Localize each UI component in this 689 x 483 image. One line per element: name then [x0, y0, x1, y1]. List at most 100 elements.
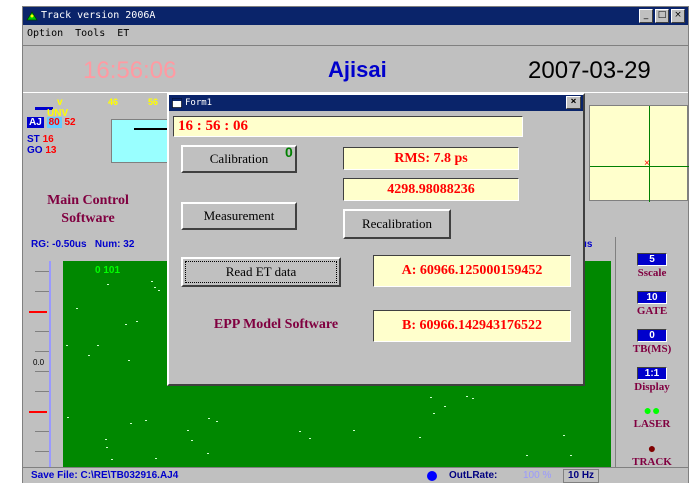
menu-tools[interactable]: Tools — [75, 25, 105, 43]
station-key: GO — [27, 145, 43, 156]
dialog-title-bar[interactable]: Form1 × — [169, 95, 583, 111]
tb-label: TB(MS) — [632, 343, 672, 355]
time-field[interactable]: 16 : 56 : 06 — [173, 116, 523, 137]
display-button[interactable]: 1:1 Display — [620, 367, 684, 393]
form-icon — [172, 98, 182, 108]
station-key: AJ — [27, 117, 44, 128]
noise-dot — [419, 437, 421, 438]
save-file-label: Save File: C:\RE\TB032916.AJ4 — [31, 470, 179, 481]
noise-dot — [466, 396, 468, 397]
epp-model-label: EPP Model Software — [213, 317, 339, 332]
title-bar[interactable]: Track version 2006A _ □ × — [23, 7, 688, 25]
noise-dot — [76, 308, 78, 309]
display-label: Display — [634, 381, 670, 393]
noise-dot — [136, 321, 138, 322]
scale-tick — [35, 331, 49, 332]
measurement-button[interactable]: Measurement — [181, 202, 297, 230]
rms-field[interactable]: RMS: 7.8 ps — [343, 147, 519, 170]
noise-dot — [67, 417, 69, 418]
left-status-panel: v UNV 46 56 AJ 80 52 ST 16 GO 13 Main Co… — [23, 95, 172, 235]
header-bar: 16:56:06 Ajisai 2007-03-29 — [23, 45, 688, 93]
num-value: Num: 32 — [94, 239, 135, 250]
calibration-count: 0 — [285, 144, 293, 160]
noise-dot — [444, 406, 446, 407]
a-value-field[interactable]: A: 60966.125000159452 — [373, 255, 571, 287]
noise-dot — [526, 455, 528, 456]
noise-dot — [105, 439, 107, 440]
recalibration-button[interactable]: Recalibration — [343, 209, 451, 239]
calibration-value-field[interactable]: 4298.98088236 — [343, 178, 519, 201]
status-indicator-icon — [427, 471, 437, 481]
read-et-data-button[interactable]: Read ET data — [181, 257, 341, 287]
clock-display: 16:56:06 — [83, 57, 177, 84]
noise-dot — [66, 345, 68, 346]
station-st: ST 16 — [27, 134, 54, 145]
sscale-button[interactable]: 5 Sscale — [620, 253, 684, 279]
noise-dot — [472, 398, 474, 399]
menu-option[interactable]: Option — [27, 25, 63, 43]
noise-dot — [187, 430, 189, 431]
menu-et[interactable]: ET — [117, 25, 129, 43]
sscale-label: Sscale — [637, 267, 667, 279]
menu-bar: Option Tools ET — [23, 25, 688, 43]
sscale-value: 5 — [637, 253, 667, 266]
gate-label: GATE — [636, 305, 668, 317]
tb-button[interactable]: 0 TB(MS) — [620, 329, 684, 355]
noise-dot — [191, 440, 193, 441]
maximize-button[interactable]: □ — [655, 9, 669, 23]
crosshair-vertical — [649, 106, 650, 202]
laser-led-icon: ●● — [643, 404, 661, 419]
scale-tick — [35, 271, 49, 272]
satellite-name: Ajisai — [328, 57, 387, 82]
signal-box — [111, 119, 172, 163]
noise-dot — [207, 453, 209, 454]
minimize-button[interactable]: _ — [639, 9, 653, 23]
b-value-field[interactable]: B: 60966.142943176522 — [373, 310, 571, 342]
noise-dot — [151, 281, 153, 282]
scale-tick — [35, 351, 49, 352]
tb-value: 0 — [637, 329, 667, 342]
outl-rate-label: OutLRate: — [449, 470, 498, 481]
noise-dot — [309, 438, 311, 439]
noise-dot — [299, 431, 301, 432]
rate-hz-field[interactable]: 10 Hz — [563, 469, 599, 483]
scale-tick — [35, 391, 49, 392]
laser-button[interactable]: ●● LASER — [620, 404, 684, 431]
window-title: Track version 2006A — [41, 10, 156, 21]
calibration-button[interactable]: Calibration — [181, 145, 297, 173]
station-extra: 52 — [64, 117, 76, 128]
main-control-label: Main Control Software — [47, 193, 129, 226]
scale-line — [49, 261, 51, 467]
noise-dot — [154, 287, 156, 288]
noise-dot — [88, 355, 90, 356]
app-icon — [26, 11, 38, 21]
noise-dot — [107, 284, 109, 285]
track-button[interactable]: ● TRACK — [620, 442, 684, 469]
noise-dot — [353, 430, 355, 431]
close-button[interactable]: × — [671, 9, 685, 23]
laser-label: LASER — [633, 418, 671, 430]
crosshair-target-icon: × — [644, 158, 650, 169]
uwv-top: v — [57, 97, 63, 108]
gate-value: 10 — [637, 291, 667, 304]
range-value: RG: -0.50us — [31, 239, 87, 250]
station-value: 80 — [46, 117, 62, 128]
scale-tick — [35, 431, 49, 432]
gate-button[interactable]: 10 GATE — [620, 291, 684, 317]
station-value: 13 — [45, 145, 57, 156]
noise-dot — [570, 455, 572, 456]
dialog-title: Form1 — [185, 98, 213, 108]
track-led-icon: ● — [647, 442, 657, 457]
noise-dot — [128, 360, 130, 361]
dialog-close-button[interactable]: × — [566, 96, 581, 109]
plot-scale: 0.0 — [27, 261, 63, 467]
display-value: 1:1 — [637, 367, 667, 380]
noise-dot — [155, 458, 157, 459]
marker-56: 56 — [148, 97, 159, 107]
scale-tick — [35, 291, 49, 292]
noise-dot — [563, 435, 565, 436]
noise-dot — [433, 413, 435, 414]
plot-label: 0 101 — [95, 265, 121, 276]
crosshair-panel: × — [589, 105, 689, 202]
crosshair-horizontal — [590, 166, 689, 167]
